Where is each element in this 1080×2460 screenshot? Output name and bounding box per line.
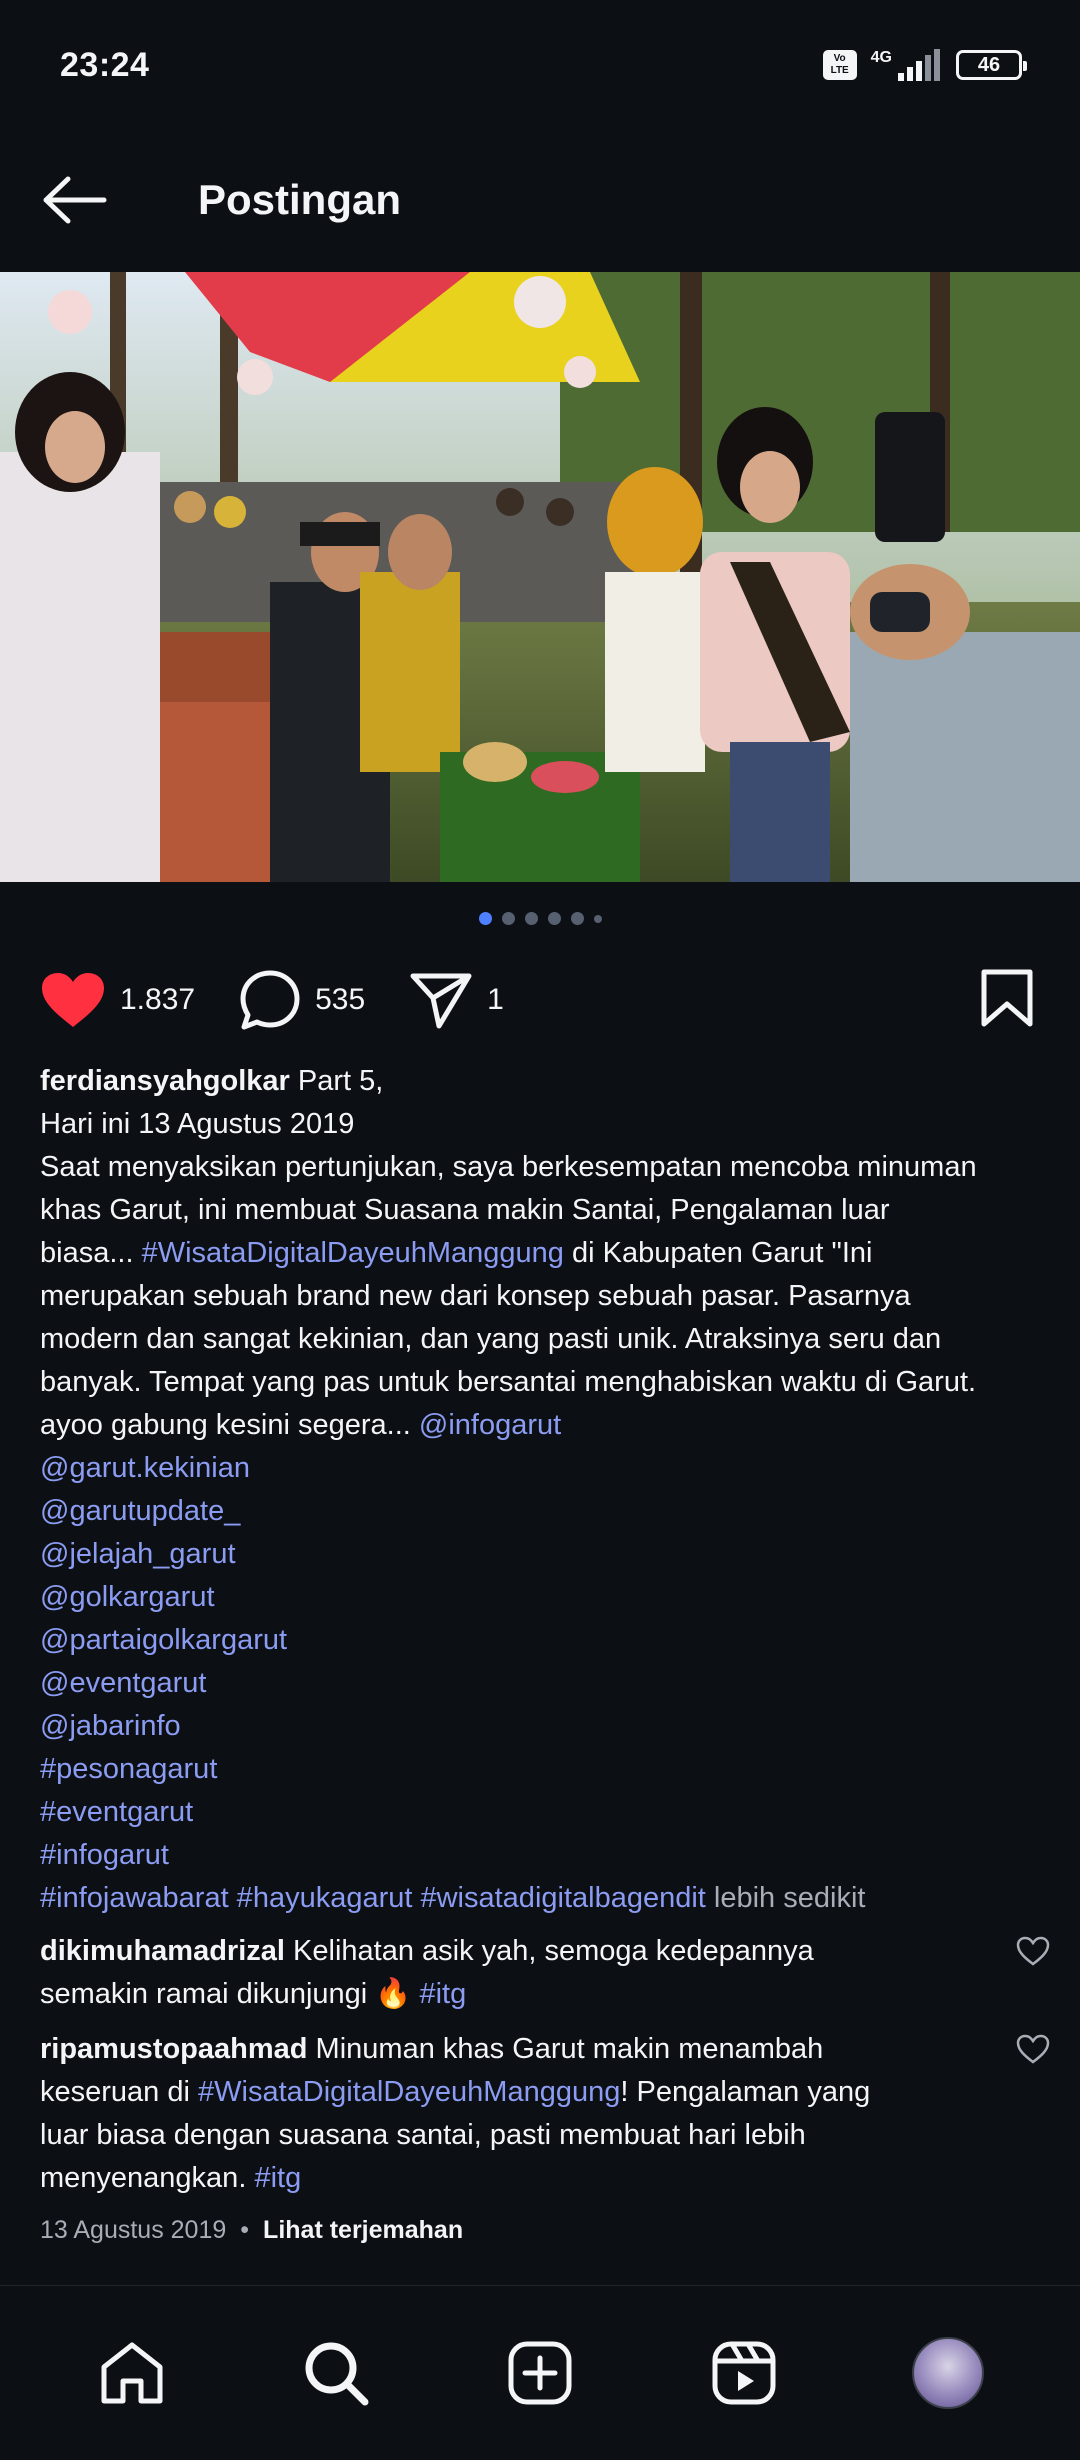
- heart-outline-icon: [1016, 2034, 1050, 2064]
- volte-top-text: Vo: [833, 53, 846, 64]
- send-icon: [410, 973, 472, 1029]
- hashtag-link[interactable]: #WisataDigitalDayeuhManggung: [142, 1237, 564, 1269]
- caption-text: merupakan sebuah brand new dari konsep s…: [40, 1280, 911, 1312]
- comment-text: menyenangkan.: [40, 2162, 255, 2194]
- mention-link[interactable]: @jelajah_garut: [40, 1533, 1050, 1576]
- caption-text: di Kabupaten Garut "Ini: [563, 1237, 873, 1269]
- status-icons: Vo LTE 4G 46: [822, 49, 1027, 81]
- post-photo: [0, 272, 1080, 882]
- likes-count: 1.837: [120, 983, 196, 1016]
- comment-username[interactable]: ripamustopaahmad: [40, 2033, 308, 2065]
- comment-text: luar biasa dengan suasana santai, pasti …: [40, 2119, 806, 2151]
- bottom-nav: [0, 2285, 1080, 2460]
- back-button[interactable]: [0, 130, 150, 270]
- caption-username[interactable]: ferdiansyahgolkar: [40, 1065, 290, 1097]
- profile-avatar: [912, 2337, 984, 2409]
- comment-icon: [240, 970, 300, 1030]
- caption-text: Part 5,: [289, 1065, 384, 1097]
- heart-outline-icon: [1016, 1936, 1050, 1966]
- post-image[interactable]: [0, 272, 1080, 882]
- hashtag-link[interactable]: #infogarut: [40, 1834, 1050, 1877]
- create-icon: [508, 2341, 572, 2405]
- carousel-dot: [570, 912, 584, 925]
- caption-text: khas Garut, ini membuat Suasana makin Sa…: [40, 1194, 890, 1226]
- save-button[interactable]: [980, 968, 1034, 1033]
- hashtag-link[interactable]: #WisataDigitalDayeuhManggung: [198, 2076, 620, 2108]
- status-time: 23:24: [60, 45, 150, 84]
- comment-text: Kelihatan asik yah, semoga kedepannya: [284, 1935, 814, 1967]
- hashtag-link[interactable]: #itg: [419, 1978, 466, 2010]
- carousel-dot: [547, 912, 561, 925]
- comment-text: semakin ramai dikunjungi 🔥: [40, 1978, 420, 2010]
- hashtag-link[interactable]: #itg: [254, 2162, 301, 2194]
- comment-text: Minuman khas Garut makin menambah: [307, 2033, 824, 2065]
- post-date: 13 Agustus 2019: [40, 2216, 227, 2244]
- signal-icon: [898, 49, 940, 81]
- post-meta: 13 Agustus 2019 • Lihat terjemahan: [40, 2216, 463, 2245]
- search-icon: [305, 2342, 369, 2406]
- share-button[interactable]: 1: [409, 970, 504, 1030]
- post-actions: 1.837 535 1: [40, 960, 1040, 1040]
- caption-text: ayoo gabung kesini segera...: [40, 1409, 419, 1441]
- mention-link[interactable]: @infogarut: [419, 1409, 561, 1441]
- network-type: 4G: [870, 49, 892, 66]
- nav-home[interactable]: [82, 2323, 182, 2423]
- shares-count: 1: [487, 983, 504, 1016]
- meta-separator: •: [240, 2216, 250, 2244]
- home-icon: [101, 2342, 163, 2404]
- carousel-dot: [501, 912, 515, 925]
- mention-link[interactable]: @partaigolkargarut: [40, 1619, 1050, 1662]
- battery-level: 46: [977, 53, 1001, 76]
- like-button[interactable]: 1.837: [40, 971, 195, 1029]
- mention-link[interactable]: @eventgarut: [40, 1662, 1050, 1705]
- comment-item: dikimuhamadrizal Kelihatan asik yah, sem…: [40, 1930, 1050, 2016]
- caption-text: Hari ini 13 Agustus 2019: [40, 1108, 355, 1140]
- less-button[interactable]: lebih sedikit: [706, 1882, 866, 1914]
- mention-link[interactable]: @garut.kekinian: [40, 1447, 1050, 1490]
- page-title: Postingan: [198, 176, 402, 223]
- battery-icon: 46: [956, 50, 1027, 80]
- carousel-dot: [478, 912, 492, 925]
- caption-text: modern dan sangat kekinian, dan yang pas…: [40, 1323, 942, 1355]
- mention-link[interactable]: @golkargarut: [40, 1576, 1050, 1619]
- nav-search[interactable]: [286, 2323, 386, 2423]
- nav-profile[interactable]: [898, 2323, 998, 2423]
- heart-filled-icon: [42, 973, 104, 1027]
- comment-item: ripamustopaahmad Minuman khas Garut maki…: [40, 2028, 1050, 2200]
- arrow-left-icon: [43, 176, 107, 224]
- carousel-dot: [524, 912, 538, 925]
- mention-link[interactable]: @jabarinfo: [40, 1705, 1050, 1748]
- comment-like-button[interactable]: [1016, 2034, 1050, 2077]
- post-caption: ferdiansyahgolkar Part 5, Hari ini 13 Ag…: [40, 1060, 1050, 1920]
- caption-text: banyak. Tempat yang pas untuk bersantai …: [40, 1366, 977, 1398]
- comment-text: keseruan di: [40, 2076, 198, 2108]
- bookmark-icon: [981, 969, 1033, 1026]
- comment-button[interactable]: 535: [239, 969, 365, 1031]
- translate-link[interactable]: Lihat terjemahan: [263, 2216, 463, 2245]
- reels-icon: [712, 2341, 776, 2405]
- status-bar: 23:24 Vo LTE 4G 46: [0, 0, 1080, 130]
- hashtag-link[interactable]: #infojawabarat #hayukagarut #wisatadigit…: [40, 1882, 706, 1914]
- comments-count: 535: [315, 983, 366, 1016]
- nav-reels[interactable]: [694, 2323, 794, 2423]
- caption-text: Saat menyaksikan pertunjukan, saya berke…: [40, 1151, 977, 1183]
- mention-link[interactable]: @garutupdate_: [40, 1490, 1050, 1533]
- comment-like-button[interactable]: [1016, 1936, 1050, 1979]
- top-bar: Postingan: [0, 130, 1080, 270]
- hashtag-link[interactable]: #pesonagarut: [40, 1748, 1050, 1791]
- caption-text: biasa...: [40, 1237, 142, 1269]
- volte-icon: Vo LTE: [822, 50, 857, 80]
- carousel-indicator: [0, 912, 1080, 925]
- comment-text: ! Pengalaman yang: [620, 2076, 871, 2108]
- comment-username[interactable]: dikimuhamadrizal: [40, 1935, 285, 1967]
- nav-create[interactable]: [490, 2323, 590, 2423]
- volte-bottom-text: LTE: [830, 65, 849, 76]
- carousel-dot: [593, 914, 602, 923]
- hashtag-link[interactable]: #eventgarut: [40, 1791, 1050, 1834]
